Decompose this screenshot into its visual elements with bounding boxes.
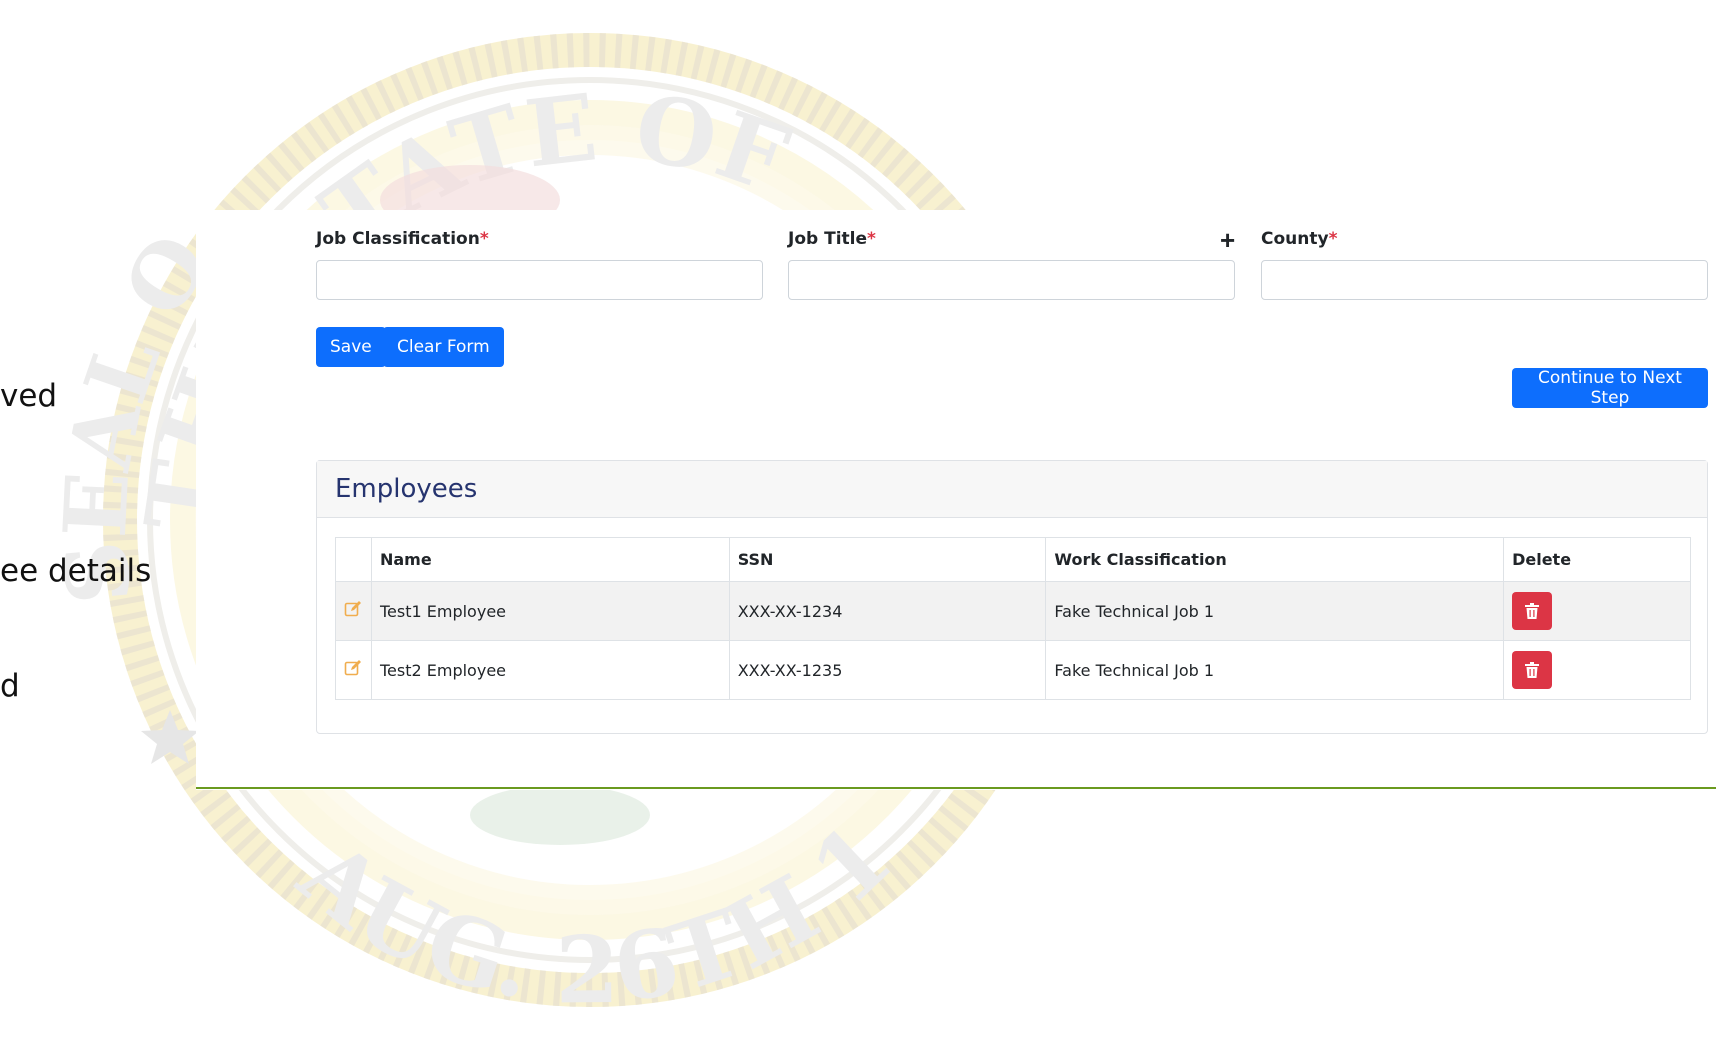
column-header-name: Name <box>370 537 730 582</box>
save-button[interactable]: Save <box>316 327 386 367</box>
employees-title: Employees <box>335 474 478 504</box>
continue-next-step-button[interactable]: Continue to Next Step <box>1512 368 1708 408</box>
edit-icon[interactable] <box>344 659 362 677</box>
side-text-1: ved <box>0 378 58 414</box>
required-marker: * <box>867 229 876 249</box>
employees-card-header: Employees <box>317 461 1707 518</box>
table-header-row: Name SSN Work Classification Delete <box>335 537 1691 582</box>
trash-icon <box>1525 662 1540 678</box>
county-input[interactable] <box>1261 260 1708 300</box>
column-header-edit <box>335 537 372 582</box>
footer-divider <box>196 787 1716 789</box>
column-header-work-classification: Work Classification <box>1045 537 1505 582</box>
employee-work-classification: Fake Technical Job 1 <box>1045 581 1505 641</box>
job-classification-label: Job Classification* <box>316 229 489 249</box>
employee-ssn: XXX-XX-1235 <box>728 640 1047 700</box>
side-text-3: d <box>0 668 20 704</box>
employee-work-classification: Fake Technical Job 1 <box>1045 640 1505 700</box>
employees-table: Name SSN Work Classification Delete Test… <box>335 537 1691 700</box>
table-row: Test2 Employee XXX-XX-1235 Fake Technica… <box>335 640 1691 700</box>
employee-ssn: XXX-XX-1234 <box>728 581 1047 641</box>
required-marker: * <box>479 229 489 249</box>
edit-icon[interactable] <box>344 600 362 618</box>
table-row: Test1 Employee XXX-XX-1234 Fake Technica… <box>335 581 1691 641</box>
required-marker: * <box>1328 229 1338 249</box>
trash-icon <box>1525 603 1540 619</box>
column-header-ssn: SSN <box>728 537 1047 582</box>
side-text-2: ee details <box>0 553 152 589</box>
county-label: County* <box>1261 229 1338 249</box>
job-classification-input[interactable] <box>316 260 763 300</box>
column-header-delete: Delete <box>1503 537 1691 582</box>
delete-button[interactable] <box>1512 592 1553 630</box>
employees-card: Employees Name SSN Work Classification D… <box>316 460 1708 734</box>
delete-button[interactable] <box>1512 651 1553 689</box>
job-title-input[interactable] <box>788 260 1235 300</box>
plus-icon[interactable]: + <box>1220 227 1235 253</box>
employee-name: Test2 Employee <box>370 640 730 700</box>
job-title-label: Job Title* <box>788 229 876 249</box>
seal-star <box>141 710 199 764</box>
employee-name: Test1 Employee <box>370 581 730 641</box>
clear-form-button[interactable]: Clear Form <box>383 327 504 367</box>
